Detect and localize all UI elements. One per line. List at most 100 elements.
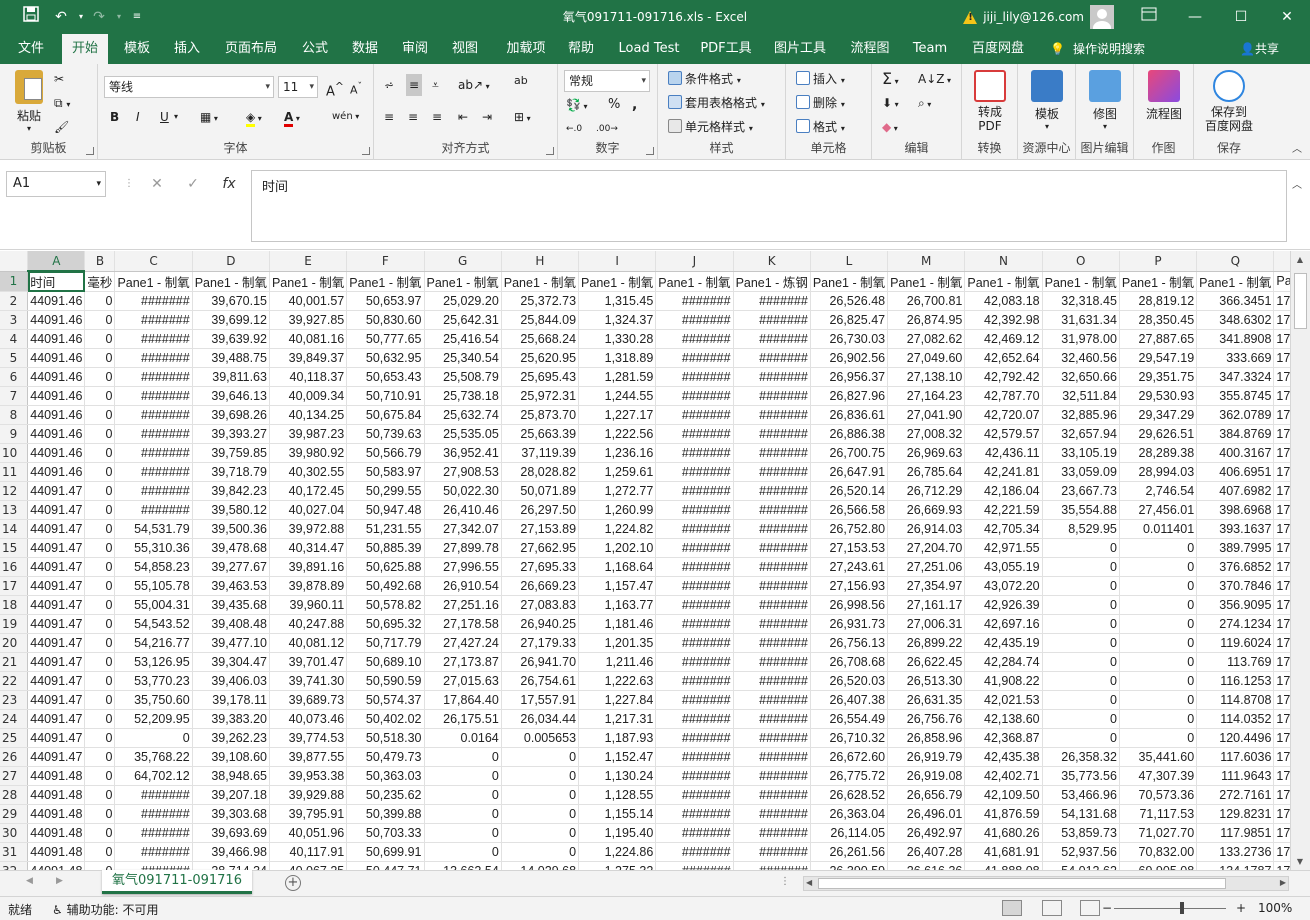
cell[interactable]: 0 xyxy=(84,690,116,710)
cell[interactable]: 17,0 xyxy=(1273,348,1290,368)
underline-button[interactable]: U xyxy=(160,106,169,128)
cell[interactable]: 0 xyxy=(84,728,116,748)
cell[interactable]: ####### xyxy=(655,424,734,444)
cell[interactable]: 1,236.16 xyxy=(578,443,657,463)
cell[interactable]: 39,741.30 xyxy=(269,671,348,691)
italic-button[interactable]: I xyxy=(136,106,140,128)
cell[interactable]: 50,578.82 xyxy=(346,595,425,615)
normal-view-icon[interactable] xyxy=(1002,900,1022,916)
cell[interactable]: 27,173.87 xyxy=(424,652,502,672)
percent-style-button[interactable]: % xyxy=(608,94,620,116)
tab-load-test[interactable]: Load Test xyxy=(612,34,686,64)
cell[interactable]: 0 xyxy=(84,329,116,349)
cell[interactable]: 17,0 xyxy=(1273,405,1290,425)
ribbon-display-options-button[interactable] xyxy=(1126,0,1172,34)
cell[interactable]: ####### xyxy=(733,462,811,482)
cell[interactable]: 40,247.88 xyxy=(269,614,348,634)
cell[interactable]: 0 xyxy=(1119,614,1198,634)
cell[interactable]: Pane1 - 制氧 xyxy=(192,271,270,292)
cell[interactable]: 35,773.56 xyxy=(1042,766,1120,786)
cell[interactable]: 26,175.51 xyxy=(424,709,502,729)
delete-cells-button[interactable]: 删除 ▾ xyxy=(796,92,845,114)
row-header[interactable]: 21 xyxy=(0,652,29,672)
cell[interactable]: 39,878.89 xyxy=(269,576,348,596)
cell[interactable]: 26,858.96 xyxy=(887,728,966,748)
row-header[interactable]: 17 xyxy=(0,576,29,596)
cell[interactable]: 39,478.68 xyxy=(192,538,270,558)
cell[interactable]: 1,168.64 xyxy=(578,557,657,577)
cell[interactable]: 1,275.32 xyxy=(578,861,657,870)
tab-page-layout[interactable]: 页面布局 xyxy=(218,34,284,64)
cell[interactable]: 25,844.09 xyxy=(501,310,580,330)
cell[interactable]: 26,358.32 xyxy=(1042,747,1120,767)
cell[interactable]: 348.6302 xyxy=(1196,310,1275,330)
decrease-decimal-icon[interactable]: .00→ xyxy=(596,118,618,140)
cell[interactable]: 50,447.71 xyxy=(346,861,425,870)
cell[interactable]: 52,937.56 xyxy=(1042,842,1120,862)
cell[interactable]: ####### xyxy=(733,519,811,539)
cell[interactable]: 39,987.23 xyxy=(269,424,348,444)
cell[interactable]: ####### xyxy=(733,861,811,870)
cell[interactable]: 27,041.90 xyxy=(887,405,966,425)
cell[interactable]: ####### xyxy=(655,462,734,482)
tab-insert[interactable]: 插入 xyxy=(164,34,210,64)
cell[interactable]: 27,243.61 xyxy=(810,557,889,577)
cell[interactable]: 27,153.89 xyxy=(501,519,580,539)
cell[interactable]: 39,842.23 xyxy=(192,481,270,501)
cell[interactable]: 366.3451 xyxy=(1196,291,1275,311)
cell[interactable]: ####### xyxy=(114,804,193,824)
cell[interactable]: 29,530.93 xyxy=(1119,386,1198,406)
collapse-formula-bar-icon[interactable]: ︿ xyxy=(1292,176,1302,191)
cell[interactable]: 50,235.62 xyxy=(346,785,425,805)
align-top-icon[interactable]: ⩫ xyxy=(384,74,394,96)
cell[interactable]: ####### xyxy=(114,481,193,501)
cell[interactable]: 26,526.48 xyxy=(810,291,889,311)
cell[interactable]: ####### xyxy=(655,348,734,368)
cell[interactable]: 44091.46 xyxy=(27,291,86,311)
cell[interactable]: 0 xyxy=(114,728,193,748)
cell[interactable]: ####### xyxy=(733,842,811,862)
cell[interactable]: 40,172.45 xyxy=(269,481,348,501)
cell[interactable]: 50,518.30 xyxy=(346,728,425,748)
row-header[interactable]: 5 xyxy=(0,348,29,368)
cell[interactable]: 27,164.23 xyxy=(887,386,966,406)
cell[interactable]: 0 xyxy=(84,842,116,862)
align-center-icon[interactable]: ≡ xyxy=(408,106,418,128)
cell[interactable]: 40,134.25 xyxy=(269,405,348,425)
cell[interactable]: 1,222.63 xyxy=(578,671,657,691)
cell[interactable]: 40,118.37 xyxy=(269,367,348,387)
cell[interactable]: 44091.47 xyxy=(27,614,86,634)
cell[interactable]: 1,152.47 xyxy=(578,747,657,767)
cell[interactable]: 50,632.95 xyxy=(346,348,425,368)
cell[interactable]: ####### xyxy=(733,633,811,653)
cell[interactable]: 17,0 xyxy=(1273,823,1290,843)
cell[interactable]: 384.8769 xyxy=(1196,424,1275,444)
dialog-launcher-icon[interactable] xyxy=(646,147,654,155)
cell[interactable]: 40,067.25 xyxy=(269,861,348,870)
cell[interactable]: ####### xyxy=(733,595,811,615)
cell[interactable]: 26,407.28 xyxy=(887,842,966,862)
cell[interactable]: 39,693.69 xyxy=(192,823,270,843)
cell[interactable]: 111.9643 xyxy=(1196,766,1275,786)
cell[interactable]: 25,695.43 xyxy=(501,367,580,387)
tab-baidu-netdisk[interactable]: 百度网盘 xyxy=(964,34,1032,64)
cell[interactable]: 1,217.31 xyxy=(578,709,657,729)
cell[interactable]: 26,616.36 xyxy=(887,861,966,870)
cell[interactable]: 0 xyxy=(84,614,116,634)
cell[interactable]: 0 xyxy=(424,766,502,786)
cell[interactable]: ####### xyxy=(733,538,811,558)
cell[interactable]: 44091.47 xyxy=(27,652,86,672)
row-header[interactable]: 27 xyxy=(0,766,29,786)
cell[interactable]: 26,752.80 xyxy=(810,519,889,539)
cell[interactable]: 38,714.34 xyxy=(192,861,270,870)
cell[interactable]: 50,947.48 xyxy=(346,500,425,520)
cell[interactable]: 17,0 xyxy=(1273,690,1290,710)
cell[interactable]: 25,642.31 xyxy=(424,310,502,330)
cell[interactable]: 0 xyxy=(84,557,116,577)
cell[interactable]: 1,244.55 xyxy=(578,386,657,406)
cell[interactable]: 1,187.93 xyxy=(578,728,657,748)
cell[interactable]: 117.9851 xyxy=(1196,823,1275,843)
format-painter-icon[interactable]: 🖌 xyxy=(54,116,69,138)
cell[interactable]: 26,785.64 xyxy=(887,462,966,482)
horizontal-scroll-thumb[interactable] xyxy=(818,878,1226,889)
